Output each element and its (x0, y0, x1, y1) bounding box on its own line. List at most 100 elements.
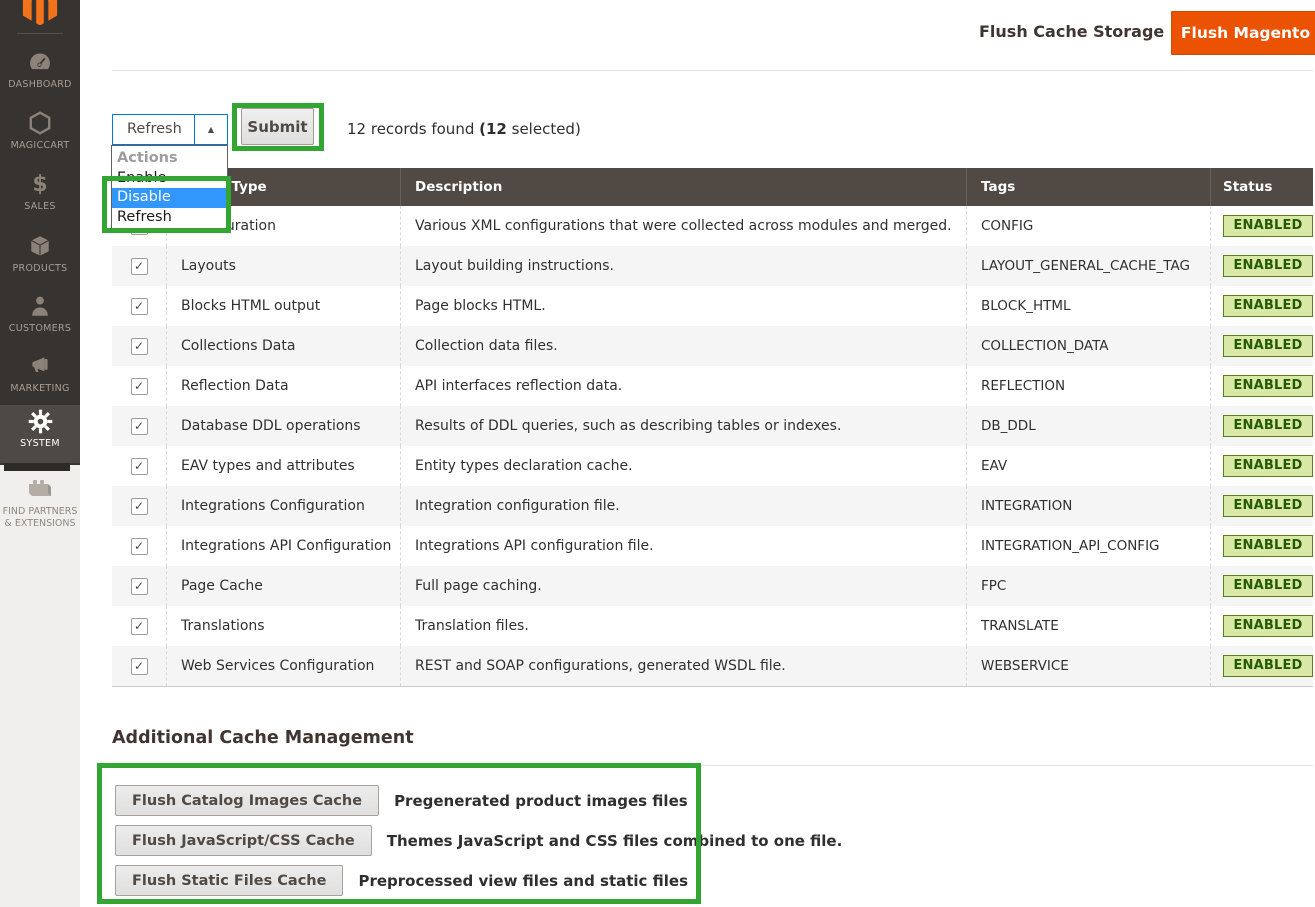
cache-type-cell: EAV types and attributes (181, 458, 355, 474)
row-checkbox[interactable]: ✓ (131, 618, 148, 635)
row-checkbox[interactable]: ✓ (131, 458, 148, 475)
description-cell: Full page caching. (415, 578, 542, 594)
status-badge: ENABLED (1223, 375, 1313, 397)
tags-cell: LAYOUT_GENERAL_CACHE_TAG (981, 258, 1190, 274)
tags-cell: WEBSERVICE (981, 658, 1069, 674)
cache-type-cell: Integrations API Configuration (181, 538, 391, 554)
dropdown-option-disable[interactable]: Disable (112, 188, 227, 208)
sidebar-lower-area (0, 465, 80, 907)
table-row: ✓ Collections Data Collection data files… (112, 326, 1313, 366)
cache-grid-header: Cache Type Description Tags Status (112, 168, 1313, 206)
tags-cell: BLOCK_HTML (981, 298, 1071, 314)
cache-type-cell: Blocks HTML output (181, 298, 320, 314)
row-checkbox[interactable]: ✓ (131, 338, 148, 355)
flush-static-files-label: Preprocessed view files and static files (358, 872, 688, 890)
flush-catalog-images-button[interactable]: Flush Catalog Images Cache (115, 785, 379, 816)
sidebar-item-magiccart[interactable]: MAGICCART (0, 107, 80, 165)
cache-management-page: DASHBOARD MAGICCART $ SALES PRODUCTS CUS… (0, 0, 1315, 907)
cache-type-cell: Page Cache (181, 578, 263, 594)
tags-cell: EAV (981, 458, 1007, 474)
flush-cache-storage-button[interactable]: Flush Cache Storage (979, 22, 1164, 41)
sidebar-item-label: DASHBOARD (0, 79, 80, 90)
sidebar-item-marketing[interactable]: MARKETING (0, 350, 80, 408)
additional-cache-title: Additional Cache Management (112, 728, 414, 748)
flush-magento-cache-button[interactable]: Flush Magento Cache (1171, 11, 1315, 55)
description-cell: Entity types declaration cache. (415, 458, 633, 474)
magento-logo-icon[interactable] (21, 0, 59, 25)
dropdown-option-enable[interactable]: Enable (112, 169, 227, 189)
description-cell: Layout building instructions. (415, 258, 614, 274)
description-cell: Page blocks HTML. (415, 298, 546, 314)
sidebar-item-sales[interactable]: $ SALES (0, 168, 80, 226)
flush-static-files-button[interactable]: Flush Static Files Cache (115, 865, 343, 896)
table-row: ✓ Integrations Configuration Integration… (112, 486, 1313, 526)
description-cell: Integrations API configuration file. (415, 538, 654, 554)
status-badge: ENABLED (1223, 415, 1313, 437)
sidebar-item-find-partners[interactable]: FIND PARTNERS& EXTENSIONS (0, 470, 80, 530)
records-count-text: 12 records found (12 selected) (347, 120, 581, 138)
row-checkbox[interactable]: ✓ (131, 498, 148, 515)
row-checkbox[interactable]: ✓ (131, 578, 148, 595)
table-row: ✓ Page Cache Full page caching. FPC ENAB… (112, 566, 1313, 606)
tags-cell: COLLECTION_DATA (981, 338, 1109, 354)
row-checkbox[interactable]: ✓ (131, 418, 148, 435)
column-header-description: Description (400, 168, 966, 206)
sidebar-item-customers[interactable]: CUSTOMERS (0, 290, 80, 348)
sidebar-item-system[interactable]: SYSTEM (0, 405, 80, 463)
sidebar-item-label: FIND PARTNERS& EXTENSIONS (0, 506, 80, 530)
flush-js-css-label: Themes JavaScript and CSS files combined… (387, 832, 843, 850)
sidebar-item-label: MAGICCART (0, 140, 80, 151)
description-cell: API interfaces reflection data. (415, 378, 622, 394)
table-row: ✓ Database DDL operations Results of DDL… (112, 406, 1313, 446)
row-checkbox[interactable]: ✓ (131, 658, 148, 675)
submit-button[interactable]: Submit (241, 108, 314, 145)
status-badge: ENABLED (1223, 495, 1313, 517)
status-badge: ENABLED (1223, 335, 1313, 357)
flush-static-files-row: Flush Static Files Cache Preprocessed vi… (115, 865, 688, 896)
sidebar-item-label: PRODUCTS (0, 263, 80, 274)
description-cell: Integration configuration file. (415, 498, 620, 514)
status-badge: ENABLED (1223, 535, 1313, 557)
cache-type-cell: Web Services Configuration (181, 658, 374, 674)
row-checkbox[interactable]: ✓ (131, 538, 148, 555)
status-badge: ENABLED (1223, 455, 1313, 477)
row-checkbox[interactable]: ✓ (131, 378, 148, 395)
description-cell: Collection data files. (415, 338, 558, 354)
sidebar-item-dashboard[interactable]: DASHBOARD (0, 46, 80, 104)
grid-bottom-border (112, 686, 1313, 687)
mass-action-select[interactable]: Refresh ▲ (112, 114, 228, 145)
lego-brick-icon (0, 476, 80, 502)
row-checkbox[interactable]: ✓ (131, 298, 148, 315)
dropdown-option-refresh[interactable]: Refresh (112, 208, 227, 228)
description-cell: REST and SOAP configurations, generated … (415, 658, 786, 674)
gear-icon (0, 408, 80, 436)
flush-js-css-row: Flush JavaScript/CSS Cache Themes JavaSc… (115, 825, 842, 856)
description-cell: Results of DDL queries, such as describi… (415, 418, 841, 434)
tags-cell: REFLECTION (981, 378, 1065, 394)
status-badge: ENABLED (1223, 575, 1313, 597)
status-badge: ENABLED (1223, 655, 1313, 677)
table-row: ✓ Web Services Configuration REST and SO… (112, 646, 1313, 686)
sidebar-item-label: SALES (0, 201, 80, 212)
chevron-up-icon[interactable]: ▲ (194, 115, 227, 144)
row-checkbox[interactable]: ✓ (131, 258, 148, 275)
admin-sidebar: DASHBOARD MAGICCART $ SALES PRODUCTS CUS… (0, 0, 80, 465)
column-header-tags: Tags (966, 168, 1210, 206)
flush-javascript-css-button[interactable]: Flush JavaScript/CSS Cache (115, 825, 372, 856)
sidebar-item-products[interactable]: PRODUCTS (0, 230, 80, 288)
table-row: ✓ Integrations API Configuration Integra… (112, 526, 1313, 566)
cache-table-body: ✓ Configuration Various XML configuratio… (112, 206, 1313, 686)
status-badge: ENABLED (1223, 215, 1313, 237)
cache-type-cell: Collections Data (181, 338, 295, 354)
status-badge: ENABLED (1223, 255, 1313, 277)
sidebar-divider (17, 33, 63, 34)
status-badge: ENABLED (1223, 295, 1313, 317)
cache-type-cell: Translations (181, 618, 265, 634)
tags-cell: INTEGRATION (981, 498, 1072, 514)
cache-type-cell: Integrations Configuration (181, 498, 365, 514)
tags-cell: INTEGRATION_API_CONFIG (981, 538, 1160, 554)
cache-type-cell: Layouts (181, 258, 236, 274)
hexagon-icon (0, 110, 80, 138)
table-row: ✓ Layouts Layout building instructions. … (112, 246, 1313, 286)
tags-cell: DB_DDL (981, 418, 1036, 434)
